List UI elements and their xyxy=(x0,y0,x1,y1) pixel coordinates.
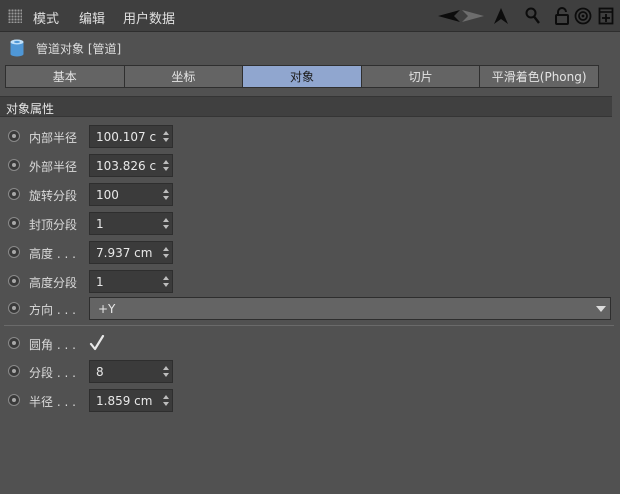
fillet-segments-input[interactable]: 8 xyxy=(89,360,173,383)
property-label: 高度分段 xyxy=(29,276,78,290)
chevron-down-icon xyxy=(596,306,606,312)
menu-edit[interactable]: 编辑 xyxy=(79,8,105,27)
orientation-select[interactable]: +Y xyxy=(89,297,611,320)
field-value: 100.107 c xyxy=(96,130,157,144)
object-title: 管道对象 [管道] xyxy=(36,42,122,56)
cap-segments-input[interactable]: 1 xyxy=(89,212,173,235)
menu-mode[interactable]: 模式 xyxy=(33,8,59,27)
animation-radio-icon[interactable] xyxy=(8,188,20,200)
property-label: 分段 . . . xyxy=(29,366,76,380)
outer-radius-input[interactable]: 103.826 c xyxy=(89,154,173,177)
property-label: 半径 . . . xyxy=(29,395,76,409)
lock-icon[interactable] xyxy=(552,6,572,26)
property-row-cap-segments: 封顶分段 1 xyxy=(0,212,620,236)
field-value: 1 xyxy=(96,275,104,289)
object-header: 管道对象 [管道] xyxy=(0,33,620,61)
back-arrow-icon[interactable] xyxy=(437,6,461,26)
rotation-segments-input[interactable]: 100 xyxy=(89,183,173,206)
target-icon[interactable] xyxy=(573,6,593,26)
spinner-icon[interactable] xyxy=(162,246,170,259)
property-row-fillet-segments: 分段 . . . 8 xyxy=(0,360,620,384)
inner-radius-input[interactable]: 100.107 c xyxy=(89,125,173,148)
tube-icon xyxy=(9,39,25,57)
spinner-icon[interactable] xyxy=(162,188,170,201)
section-header: 对象属性 xyxy=(0,96,612,117)
tab-basic[interactable]: 基本 xyxy=(5,65,125,88)
grip-icon[interactable] xyxy=(8,9,22,23)
spinner-icon[interactable] xyxy=(162,130,170,143)
forward-arrow-icon[interactable] xyxy=(461,6,485,26)
animation-radio-icon[interactable] xyxy=(8,275,20,287)
fillet-radius-input[interactable]: 1.859 cm xyxy=(89,389,173,412)
section-title: 对象属性 xyxy=(6,102,55,116)
field-value: 1 xyxy=(96,217,104,231)
animation-radio-icon[interactable] xyxy=(8,394,20,406)
tab-object[interactable]: 对象 xyxy=(242,65,362,88)
property-label: 内部半径 xyxy=(29,131,78,145)
property-label: 圆角 . . . xyxy=(29,338,76,352)
spinner-icon[interactable] xyxy=(162,275,170,288)
dropdown-value: +Y xyxy=(98,302,116,316)
property-row-fillet-radius: 半径 . . . 1.859 cm xyxy=(0,389,620,413)
property-row-height-segments: 高度分段 1 xyxy=(0,270,620,294)
tab-slice[interactable]: 切片 xyxy=(360,65,481,88)
field-value: 8 xyxy=(96,365,104,379)
cursor-up-icon[interactable] xyxy=(491,6,511,26)
tab-coordinates[interactable]: 坐标 xyxy=(123,65,244,88)
property-label: 封顶分段 xyxy=(29,218,78,232)
divider xyxy=(4,325,614,326)
spinner-icon[interactable] xyxy=(162,365,170,378)
property-label: 方向 . . . xyxy=(29,303,76,317)
animation-radio-icon[interactable] xyxy=(8,337,20,349)
animation-radio-icon[interactable] xyxy=(8,302,20,314)
height-segments-input[interactable]: 1 xyxy=(89,270,173,293)
property-row-outer-radius: 外部半径 103.826 c xyxy=(0,154,620,178)
animation-radio-icon[interactable] xyxy=(8,159,20,171)
property-label: 高度 . . . xyxy=(29,247,76,261)
property-label: 旋转分段 xyxy=(29,189,78,203)
property-row-rotation-segments: 旋转分段 100 xyxy=(0,183,620,207)
field-value: 1.859 cm xyxy=(96,394,153,408)
tab-phong[interactable]: 平滑着色(Phong) xyxy=(479,65,599,88)
field-value: 100 xyxy=(96,188,119,202)
search-icon[interactable] xyxy=(523,6,543,26)
property-row-orientation: 方向 . . . +Y xyxy=(0,297,620,321)
animation-radio-icon[interactable] xyxy=(8,365,20,377)
property-row-height: 高度 . . . 7.937 cm xyxy=(0,241,620,265)
new-panel-icon[interactable] xyxy=(596,6,616,26)
animation-radio-icon[interactable] xyxy=(8,130,20,142)
animation-radio-icon[interactable] xyxy=(8,246,20,258)
animation-radio-icon[interactable] xyxy=(8,217,20,229)
height-input[interactable]: 7.937 cm xyxy=(89,241,173,264)
property-row-fillet: 圆角 . . . xyxy=(0,332,620,356)
field-value: 103.826 c xyxy=(96,159,157,173)
tab-bar: 基本 坐标 对象 切片 平滑着色(Phong) xyxy=(5,65,599,88)
property-row-inner-radius: 内部半径 100.107 c xyxy=(0,125,620,149)
spinner-icon[interactable] xyxy=(162,394,170,407)
field-value: 7.937 cm xyxy=(96,246,153,260)
fillet-checkbox[interactable] xyxy=(89,335,105,351)
spinner-icon[interactable] xyxy=(162,217,170,230)
menu-user-data[interactable]: 用户数据 xyxy=(123,8,175,27)
property-label: 外部半径 xyxy=(29,160,78,174)
menu-bar: 模式 编辑 用户数据 xyxy=(0,0,620,32)
spinner-icon[interactable] xyxy=(162,159,170,172)
